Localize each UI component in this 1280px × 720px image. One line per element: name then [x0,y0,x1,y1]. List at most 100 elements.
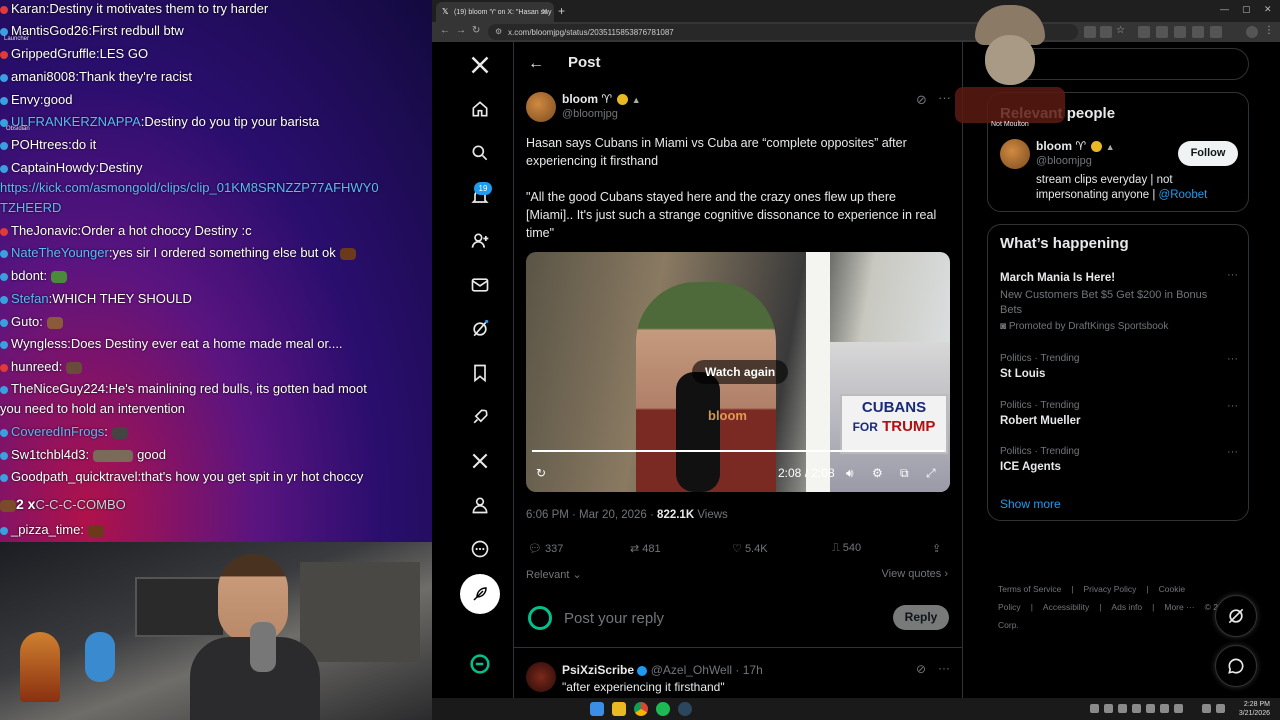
footer-link[interactable]: Privacy Policy [1084,584,1137,594]
comment-grok-icon[interactable]: ⊘ [916,662,926,676]
home-icon[interactable] [468,97,492,121]
trend-title[interactable]: March Mania Is Here! [1000,272,1115,284]
extension-icon-5[interactable] [1174,26,1186,38]
windows-start-icon[interactable] [590,702,604,716]
chat-username[interactable]: bdont [11,268,44,283]
volume-icon[interactable] [1216,704,1225,713]
tray-icon[interactable] [1104,704,1113,713]
back-arrow-icon[interactable]: ← [528,55,544,73]
chat-username[interactable]: _pizza_time [11,522,80,537]
like-action[interactable]: ♡ 5.4K [732,542,768,555]
trend-more-icon[interactable]: ··· [1227,446,1238,458]
chat-username[interactable]: POHtrees [11,137,68,152]
chat-username[interactable]: GrippedGruffle [11,46,96,61]
chat-username[interactable]: Envy [11,92,40,107]
footer-link[interactable]: Terms of Service [998,584,1061,594]
chat-username[interactable]: amani8008 [11,69,75,84]
comment-author[interactable]: PsiXziScribe @Azel_OhWell · 17h [562,663,763,677]
chat-username[interactable]: TheJonavic [11,223,77,238]
share-action[interactable]: ⇪ [932,542,941,555]
chat-link[interactable]: TZHEERD [0,200,61,215]
new-tab-button[interactable]: + [558,4,565,18]
show-more-link[interactable]: Show more [1000,497,1061,511]
spotify-icon[interactable] [656,702,670,716]
sort-dropdown[interactable]: Relevant ⌄ [526,568,582,581]
trend-more-icon[interactable]: ··· [1227,269,1238,281]
menu-icon[interactable]: ⋮ [1264,25,1276,37]
chat-username[interactable]: CaptainHowdy [11,160,96,175]
tab-x-post[interactable]: 𝕏 (19) bloom ♈ on X: "Hasan say ✕ [436,2,554,22]
person-name[interactable]: bloom ♈ ▲ [1036,139,1115,153]
post-more-icon[interactable]: ··· [938,90,951,105]
chat-username[interactable]: Stefan [11,291,49,306]
video-progress-bar[interactable] [532,450,944,452]
trend-title[interactable]: St Louis [1000,368,1045,380]
file-explorer-icon[interactable] [612,702,626,716]
extension-icon-2[interactable] [1100,26,1112,38]
chat-username[interactable]: Karan [11,1,46,16]
clock[interactable]: 2:28 PM 3/21/2026 [1239,700,1270,718]
author-avatar[interactable] [526,92,556,122]
tray-icon[interactable] [1146,704,1155,713]
messages-icon[interactable] [468,273,492,297]
steam-icon[interactable] [678,702,692,716]
site-info-icon[interactable]: ⚙ [495,27,502,36]
close-window-button[interactable]: ✕ [1264,4,1272,15]
tray-icon[interactable] [1118,704,1127,713]
grok-floating-button[interactable] [1215,595,1257,637]
profile-icon[interactable] [468,493,492,517]
messages-floating-button[interactable] [1215,645,1257,687]
back-icon[interactable]: ← [440,25,450,36]
extension-icon-4[interactable] [1156,26,1168,38]
reply-action[interactable]: 💬︎ 337 [528,542,563,555]
wifi-icon[interactable] [1202,704,1211,713]
bookmarks-icon[interactable] [468,361,492,385]
comment-avatar[interactable] [526,662,556,692]
extension-icon-7[interactable] [1210,26,1222,38]
chrome-icon[interactable] [634,702,648,716]
x-logo-icon[interactable] [468,53,492,77]
pip-icon[interactable]: ⧉ [900,466,909,481]
watch-again-button[interactable]: Watch again [692,360,789,384]
chat-username[interactable]: NateTheYounger [11,245,109,260]
bookmark-action[interactable]: ⎍ 540 [832,542,861,555]
profile-avatar[interactable] [1246,26,1258,38]
premium-x-icon[interactable] [468,449,492,473]
reload-icon[interactable]: ↻ [472,25,480,36]
chat-username[interactable]: hunreed [11,359,59,374]
trend-title[interactable]: ICE Agents [1000,461,1061,473]
trend-more-icon[interactable]: ··· [1227,353,1238,365]
chat-username[interactable]: CoveredInFrogs [11,424,104,439]
settings-icon[interactable]: ⚙ [872,466,883,480]
grok-icon[interactable] [468,317,492,341]
footer-link[interactable]: More ··· [1164,602,1194,612]
tray-icon[interactable] [1090,704,1099,713]
more-icon[interactable] [468,537,492,561]
grok-analyze-icon[interactable]: ⊘ [916,92,927,108]
trend-more-icon[interactable]: ··· [1227,400,1238,412]
maximize-button[interactable]: ▢ [1242,4,1251,15]
volume-icon[interactable]: 🔊︎ [846,466,854,481]
rocket-icon[interactable] [468,405,492,429]
follow-button[interactable]: Follow [1178,141,1238,166]
chat-link[interactable]: https://kick.com/asmongold/clips/clip_01… [0,180,379,195]
chat-username[interactable]: Goodpath_quicktravel [11,469,137,484]
replay-icon[interactable]: ↻ [536,466,546,480]
footer-link[interactable]: Ads info [1111,602,1142,612]
author-name[interactable]: bloom ♈ ▲ [562,92,641,106]
tray-icon[interactable] [1160,704,1169,713]
chat-username[interactable]: Wyngless [11,336,67,351]
kick-extension-icon[interactable] [468,652,492,676]
chat-username[interactable]: TheNiceGuy224 [11,381,105,396]
person-avatar[interactable] [1000,139,1030,169]
extension-icon-3[interactable] [1138,26,1150,38]
search-icon[interactable] [468,141,492,165]
author-handle[interactable]: @bloomjpg [562,108,618,120]
tray-icon[interactable] [1132,704,1141,713]
chat-username[interactable]: Guto [11,314,39,329]
forward-icon[interactable]: → [456,25,466,36]
view-quotes-link[interactable]: View quotes › [882,568,948,580]
tray-icon[interactable] [1174,704,1183,713]
compose-post-button[interactable] [460,574,500,614]
bio-mention-link[interactable]: @Roobet [1159,189,1208,201]
